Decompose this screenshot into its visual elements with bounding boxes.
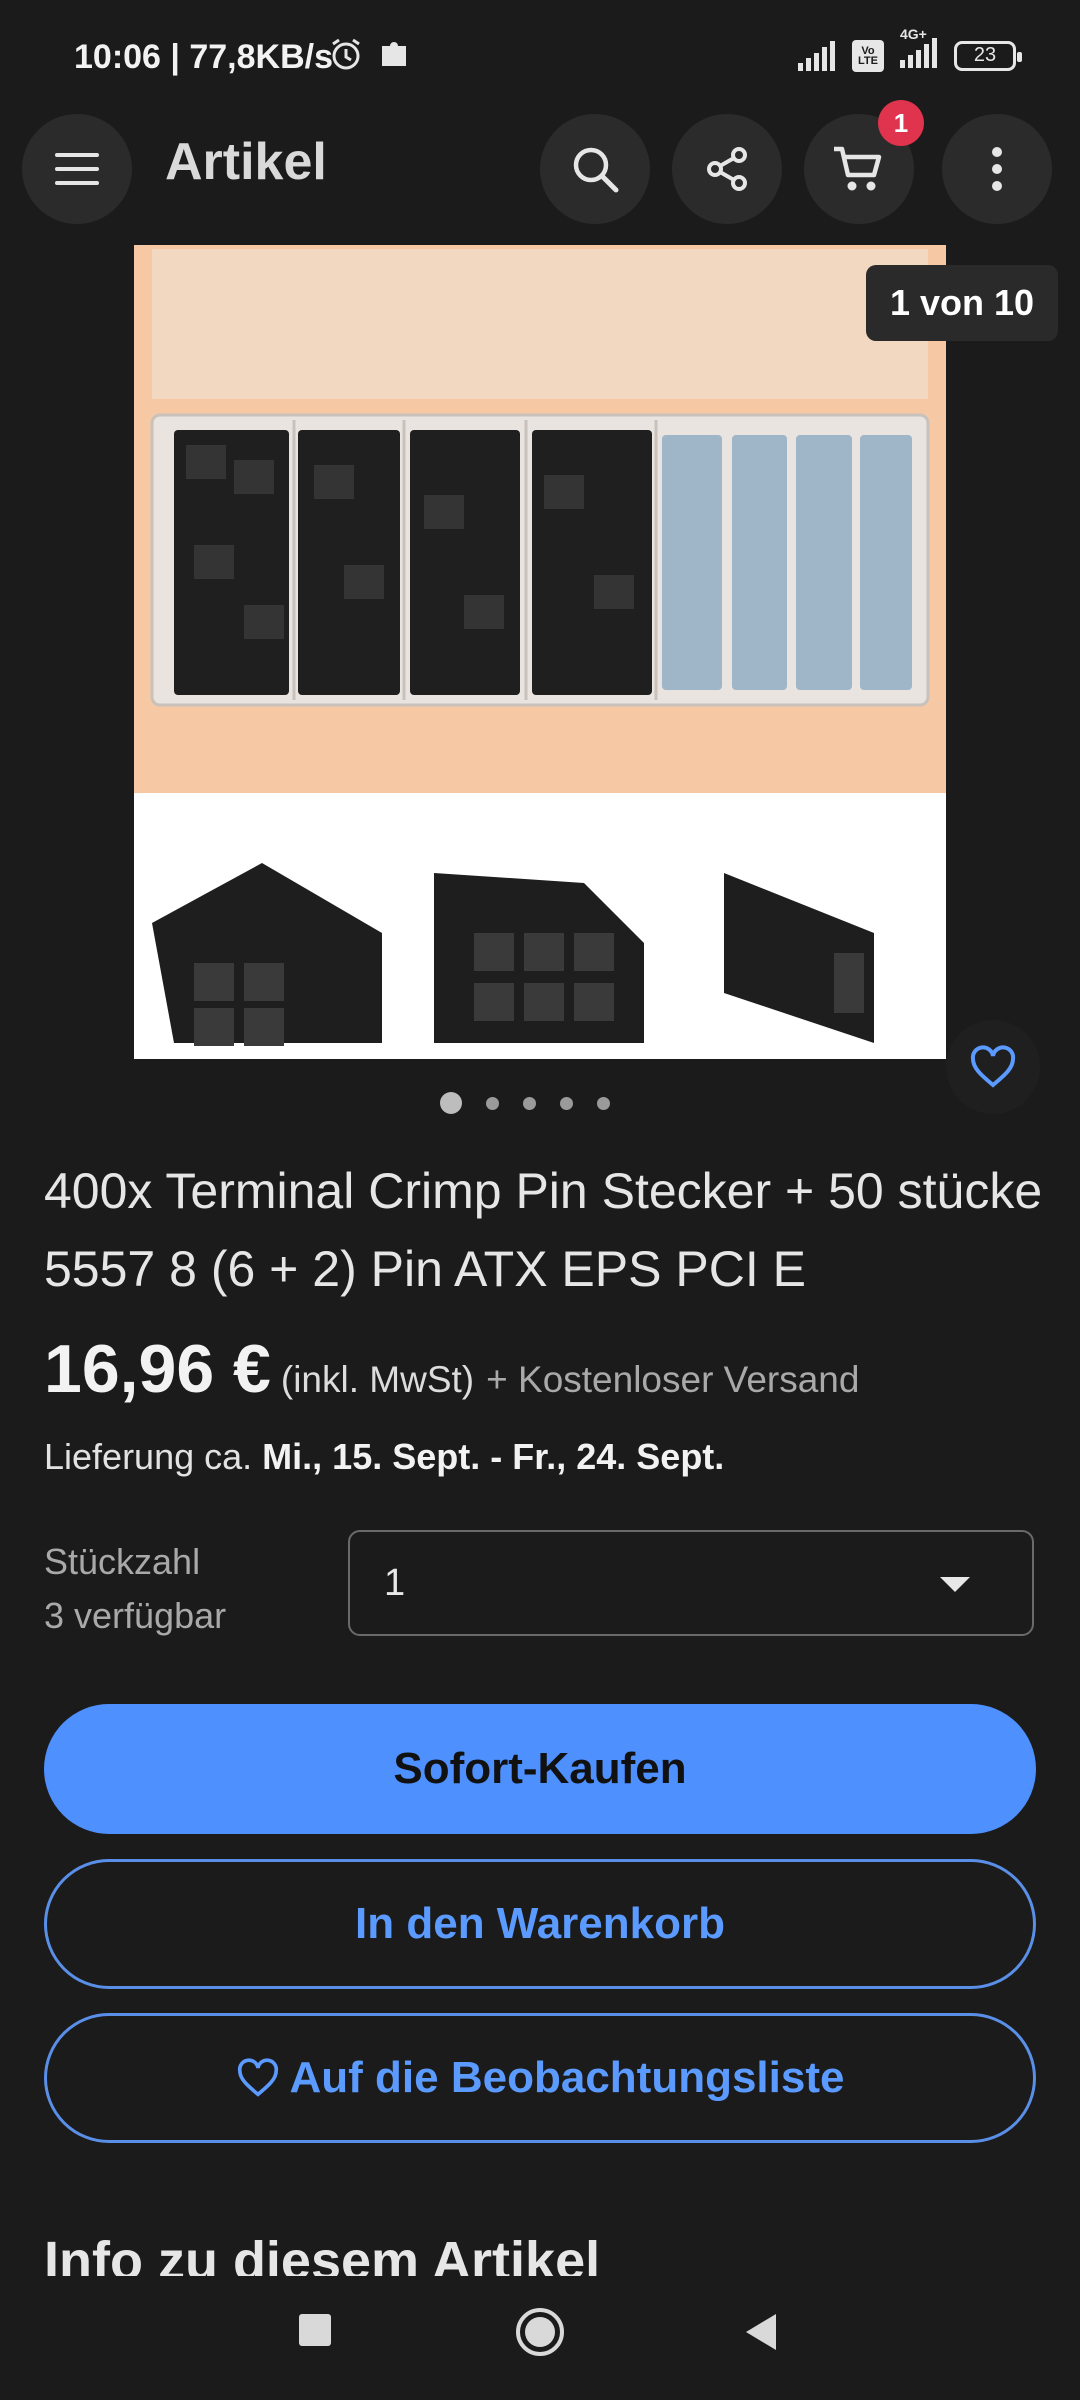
signal-2-icon: [900, 38, 937, 68]
quantity-label: Stückzahl: [44, 1541, 201, 1582]
quantity-select[interactable]: 1: [348, 1530, 1034, 1636]
pagination-dot[interactable]: [523, 1096, 536, 1110]
search-icon: [573, 147, 619, 193]
delivery-estimate: Lieferung ca. Mi., 15. Sept. - Fr., 24. …: [44, 1436, 724, 1478]
watchlist-label: Auf die Beobachtungsliste: [289, 2053, 845, 2102]
buy-now-button[interactable]: Sofort-Kaufen: [44, 1704, 1036, 1834]
cart-icon: [834, 146, 882, 191]
image-pagination[interactable]: [440, 1092, 610, 1114]
chevron-down-icon: [940, 1577, 970, 1592]
image-counter: 1 von 10: [866, 265, 1058, 341]
add-to-watchlist-button[interactable]: Auf die Beobachtungsliste: [44, 2013, 1036, 2143]
favorite-button[interactable]: [946, 1020, 1040, 1114]
system-navigation-bar: [0, 2276, 1080, 2400]
quantity-available: 3 verfügbar: [44, 1595, 227, 1636]
search-button[interactable]: [540, 114, 650, 224]
battery-icon: 23: [954, 40, 1022, 71]
status-left-icons: [328, 36, 412, 72]
pagination-dot[interactable]: [486, 1096, 499, 1110]
status-time: 10:06 | 77,8KB/s: [74, 38, 334, 76]
product-image[interactable]: [134, 245, 946, 1059]
back-icon[interactable]: [742, 2312, 780, 2352]
recents-icon[interactable]: [297, 2312, 335, 2350]
more-options-button[interactable]: [942, 114, 1052, 224]
home-icon[interactable]: [514, 2306, 566, 2358]
product-title: 400x Terminal Crimp Pin Stecker + 50 stü…: [44, 1163, 1043, 1297]
quantity-label-group: Stückzahl 3 verfügbar: [44, 1535, 226, 1643]
alarm-icon: [332, 38, 360, 70]
organizer-box-photo: [134, 245, 946, 793]
share-button[interactable]: [672, 114, 782, 224]
page-title: Artikel: [165, 133, 327, 191]
pagination-dot[interactable]: [560, 1096, 573, 1110]
pagination-dot[interactable]: [597, 1096, 610, 1110]
more-vertical-icon: [992, 147, 1002, 191]
delivery-label: Lieferung ca.: [44, 1436, 253, 1477]
puzzle-icon: [382, 42, 406, 66]
hamburger-icon: [55, 153, 99, 185]
pagination-dot[interactable]: [440, 1092, 462, 1114]
delivery-dates: Mi., 15. Sept. - Fr., 24. Sept.: [262, 1436, 725, 1477]
battery-level: 23: [973, 44, 997, 66]
menu-button[interactable]: [22, 114, 132, 224]
shipping-info: + Kostenloser Versand: [486, 1359, 860, 1400]
organizer-box-illustration: [150, 249, 930, 707]
price: 16,96 €: [44, 1331, 271, 1407]
quantity-value: 1: [384, 1562, 406, 1604]
network-type: 4G+: [900, 26, 927, 42]
status-bar: 10:06 | 77,8KB/s Vo LTE 4G+ 23: [0, 0, 1080, 110]
connectors-illustration: [152, 863, 874, 1046]
signal-icon: [798, 40, 835, 71]
price-row: 16,96 € (inkl. MwSt) + Kostenloser Versa…: [44, 1330, 859, 1408]
tax-note: (inkl. MwSt): [280, 1359, 475, 1400]
cart-count-badge: 1: [878, 100, 924, 146]
connectors-photo: [134, 793, 946, 1059]
status-right-icons: Vo LTE 4G+ 23: [796, 26, 1022, 73]
network-indicator: 4G+: [898, 26, 940, 73]
share-icon: [707, 147, 747, 191]
section-heading: Info zu diesem Artikel: [44, 2231, 601, 2276]
heart-icon: [237, 2058, 278, 2097]
volte-icon: Vo LTE: [852, 39, 884, 72]
add-to-cart-button[interactable]: In den Warenkorb: [44, 1859, 1036, 1989]
heart-icon: [970, 1045, 1016, 1088]
